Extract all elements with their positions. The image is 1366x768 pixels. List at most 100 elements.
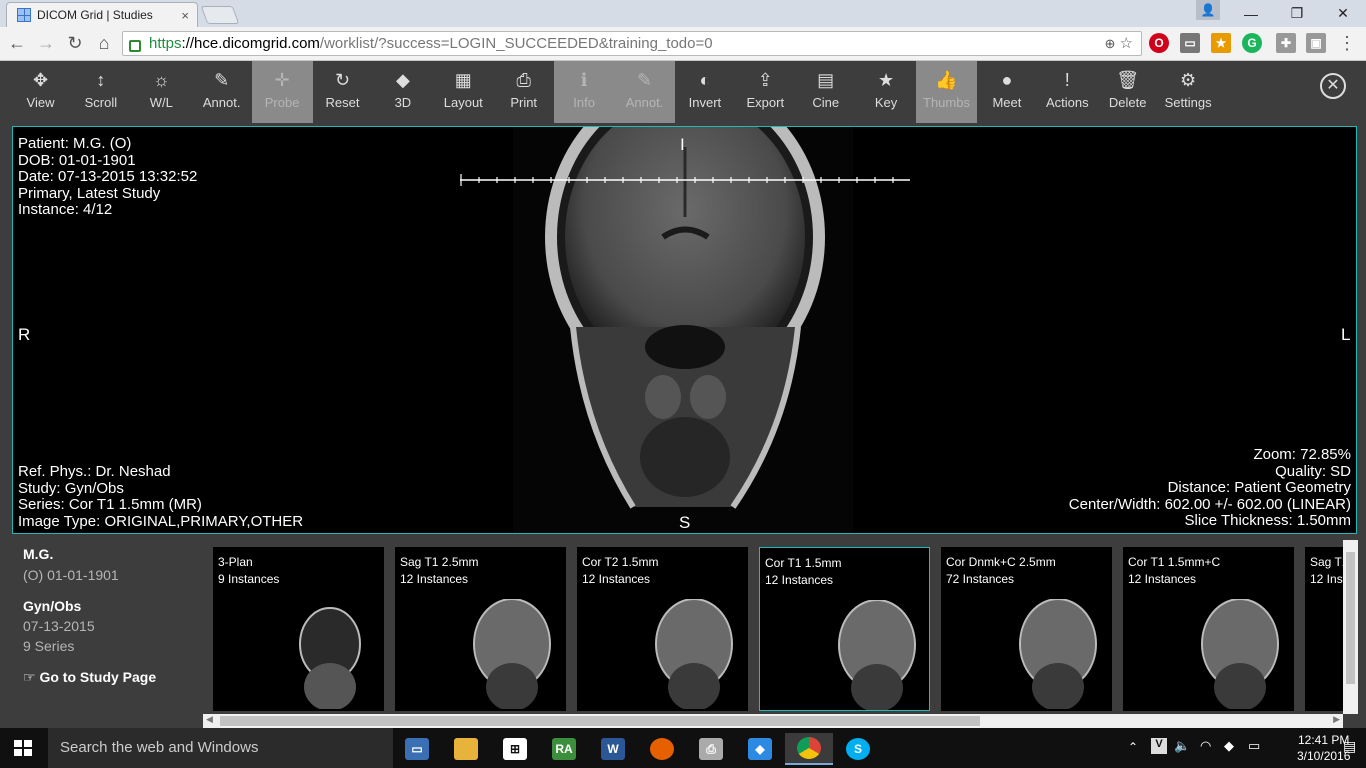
- new-tab-button[interactable]: [200, 6, 240, 24]
- series-thumbnail[interactable]: 3-Plan 9 Instances: [213, 547, 384, 711]
- omnibox-actions: ⊕ ☆: [1104, 34, 1133, 52]
- dicomgrid-favicon-icon: [17, 8, 31, 22]
- store-icon: ⊞: [503, 738, 527, 760]
- tool-reset[interactable]: ↻ Reset: [312, 61, 373, 123]
- address-bar-row: ← → ↻ ⌂ https://hce.dicomgrid.com/workli…: [0, 27, 1366, 61]
- tool-cine[interactable]: ▤ Cine: [795, 61, 856, 123]
- back-button[interactable]: ←: [6, 32, 28, 54]
- tool-info[interactable]: ℹ Info: [553, 61, 615, 123]
- wifi-icon[interactable]: ◠: [1200, 738, 1211, 754]
- series-thumbnails: 3-Plan 9 Instances Sag T1 2.5mm 12 Instance…: [213, 547, 1343, 711]
- thumbnails-vertical-scrollbar[interactable]: [1343, 540, 1358, 714]
- hand-pointer-icon: ☞: [23, 669, 36, 685]
- tool-export[interactable]: ⇪ Export: [735, 61, 796, 123]
- close-viewer-button[interactable]: ✕: [1320, 73, 1346, 99]
- taskbar-store[interactable]: ⊞: [491, 733, 539, 765]
- home-button[interactable]: ⌂: [93, 32, 115, 54]
- opera-extension-icon[interactable]: O: [1149, 33, 1169, 53]
- series-thumbnail[interactable]: Cor T2 1.5mm 12 Instances: [577, 547, 748, 711]
- forward-button[interactable]: →: [35, 32, 57, 54]
- series-title: Sag T1: [1310, 555, 1343, 569]
- go-to-study-label: Go to Study Page: [39, 669, 157, 685]
- thumbnails-horizontal-scrollbar[interactable]: ◀ ▶: [203, 714, 1343, 728]
- tab-close-icon[interactable]: ×: [181, 8, 189, 23]
- tool-print[interactable]: ⎙ Print: [493, 61, 554, 123]
- tool-window-level[interactable]: ☼ W/L: [131, 61, 192, 123]
- scroll-left-arrow-icon[interactable]: ◀: [206, 714, 213, 725]
- restore-button[interactable]: ❐: [1274, 0, 1320, 27]
- tool-3d[interactable]: ◆ 3D: [372, 61, 433, 123]
- tool-actions[interactable]: ! Actions: [1037, 61, 1098, 123]
- grammarly-icon[interactable]: G: [1242, 33, 1262, 53]
- taskbar-chrome[interactable]: [785, 733, 833, 765]
- taskbar-skype[interactable]: S: [834, 733, 882, 765]
- series-preview-image: [299, 607, 361, 709]
- tray-expand-icon[interactable]: ⌃: [1128, 740, 1138, 754]
- tool-view[interactable]: ✥ View: [10, 61, 71, 123]
- image-viewport[interactable]: Patient: M.G. (O) DOB: 01-01-1901 Date: …: [12, 126, 1357, 534]
- pencil-icon: ✎: [214, 70, 230, 90]
- keyboard-icon[interactable]: ▭: [1248, 738, 1260, 754]
- tool-label: Key: [874, 95, 898, 110]
- tool-settings[interactable]: ⚙ Settings: [1158, 61, 1219, 123]
- tool-label: Delete: [1108, 95, 1147, 110]
- go-to-study-link[interactable]: ☞ Go to Study Page: [23, 669, 156, 686]
- minimize-button[interactable]: —: [1228, 0, 1274, 27]
- scroll-right-arrow-icon[interactable]: ▶: [1333, 714, 1340, 725]
- cast-icon[interactable]: ▭: [1180, 33, 1200, 53]
- url-path: /worklist/?success=LOGIN_SUCCEEDED&train…: [319, 35, 713, 52]
- tool-annotate[interactable]: ✎ Annot.: [191, 61, 252, 123]
- gears-icon: ⚙: [1180, 70, 1197, 90]
- series-title: Cor T1 1.5mm+C: [1128, 555, 1221, 569]
- series-thumbnail[interactable]: Sag T1 2.5mm 12 Instances: [395, 547, 566, 711]
- tool-delete[interactable]: 🗑 Delete: [1097, 61, 1158, 123]
- image-type-text: Image Type: ORIGINAL,PRIMARY,OTHER: [18, 512, 304, 530]
- browser-tab[interactable]: DICOM Grid | Studies ×: [6, 2, 198, 27]
- page-extension-icon[interactable]: ▣: [1306, 33, 1326, 53]
- taskbar-dropbox[interactable]: ◆: [736, 733, 784, 765]
- tool-scroll[interactable]: ↕ Scroll: [70, 61, 131, 123]
- series-thumbnail[interactable]: Cor Dnmk+C 2.5mm 72 Instances: [941, 547, 1112, 711]
- taskbar-search-box[interactable]: Search the web and Windows: [48, 728, 393, 768]
- bookmark-star-icon[interactable]: ☆: [1120, 35, 1133, 52]
- volume-icon[interactable]: 🔈: [1174, 738, 1190, 754]
- series-thumbnail[interactable]: Cor T1 1.5mm 12 Instances: [759, 547, 930, 711]
- series-preview-image: [1019, 599, 1097, 709]
- window-close-button[interactable]: ✕: [1320, 0, 1366, 27]
- user-profile-icon[interactable]: 👤: [1196, 0, 1220, 20]
- series-thumbnail[interactable]: Sag T1 12 Inst: [1305, 547, 1343, 711]
- zoom-text: Zoom: 72.85%: [1253, 446, 1351, 463]
- taskbar-app-1[interactable]: ▭: [393, 733, 441, 765]
- series-title: Sag T1 2.5mm: [400, 555, 479, 569]
- notifications-icon[interactable]: ▤: [1343, 738, 1356, 755]
- tool-invert[interactable]: ◐ Invert: [674, 61, 735, 123]
- lock-icon: [129, 39, 141, 52]
- tray-v-icon[interactable]: V: [1151, 738, 1167, 754]
- study-status-text: Primary, Latest Study: [18, 184, 161, 202]
- taskbar-firefox[interactable]: [638, 733, 686, 765]
- puzzle-extension-icon[interactable]: ✚: [1276, 33, 1296, 53]
- tool-probe[interactable]: ✛ Probe: [251, 61, 313, 123]
- dropbox-tray-icon[interactable]: ◆: [1224, 738, 1234, 754]
- pencil-icon: ✎: [636, 70, 653, 90]
- taskbar-printer[interactable]: ⎙: [687, 733, 735, 765]
- windows-start-icon[interactable]: [14, 740, 32, 756]
- tool-meet[interactable]: ● Meet: [976, 61, 1037, 123]
- reload-button[interactable]: ↻: [64, 32, 86, 54]
- series-title: Cor T2 1.5mm: [582, 555, 659, 569]
- tool-label: View: [26, 95, 55, 110]
- tool-key[interactable]: ★ Key: [856, 61, 917, 123]
- taskbar-word[interactable]: W: [589, 733, 637, 765]
- tool-thumbs[interactable]: 👍 Thumbs: [916, 61, 977, 123]
- chrome-menu-icon[interactable]: ⋮: [1336, 32, 1358, 54]
- zoom-icon[interactable]: ⊕: [1104, 36, 1115, 51]
- folder-icon: [454, 738, 478, 760]
- series-thumbnail[interactable]: Cor T1 1.5mm+C 12 Instances: [1123, 547, 1294, 711]
- series-preview-image: [1201, 599, 1279, 709]
- tool-annotate-2[interactable]: ✎ Annot.: [614, 61, 675, 123]
- extension-icon[interactable]: ★: [1211, 33, 1231, 53]
- taskbar-file-explorer[interactable]: [442, 733, 490, 765]
- url-field[interactable]: https://hce.dicomgrid.com/worklist/?succ…: [122, 31, 1142, 56]
- taskbar-ra-app[interactable]: RA: [540, 733, 588, 765]
- tool-layout[interactable]: ▦ Layout: [433, 61, 494, 123]
